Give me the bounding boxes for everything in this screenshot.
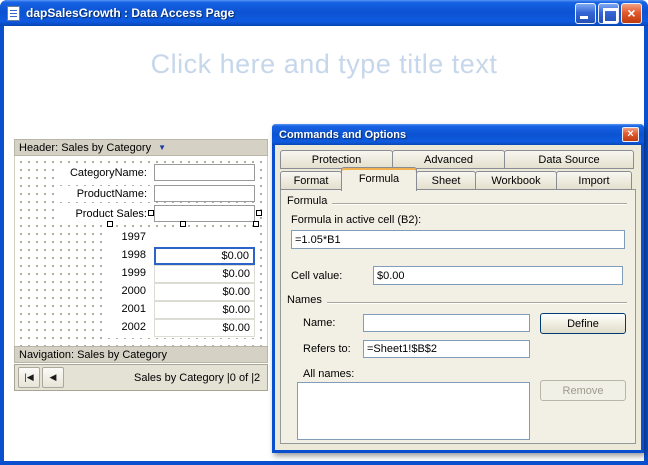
name-input[interactable]: [363, 314, 530, 332]
tab-formula[interactable]: Formula: [341, 167, 417, 191]
year-cell[interactable]: 2002: [107, 319, 152, 337]
tab-data-source[interactable]: Data Source: [504, 150, 634, 169]
names-group-header: Names: [287, 294, 627, 306]
value-cell[interactable]: [154, 229, 255, 247]
dialog-title: Commands and Options: [279, 129, 622, 141]
previous-record-icon[interactable]: ◀: [42, 367, 64, 388]
application-window: dapSalesGrowth : Data Access Page × Clic…: [0, 0, 648, 465]
window-title: dapSalesGrowth : Data Access Page: [26, 6, 575, 20]
value-cell-selected[interactable]: $0.00: [154, 247, 255, 265]
categoryname-field[interactable]: [154, 164, 255, 181]
cell-value-label: Cell value:: [291, 270, 342, 282]
remove-button[interactable]: Remove: [540, 380, 626, 401]
field-label-productname: ProductName:: [57, 186, 150, 202]
minimize-button[interactable]: [575, 3, 596, 24]
page-title-placeholder[interactable]: Click here and type title text: [0, 49, 648, 80]
active-cell-formula-label: Formula in active cell (B2):: [291, 214, 421, 226]
maximize-button[interactable]: [598, 3, 619, 24]
group-divider: [327, 302, 627, 304]
header-section-label: Header: Sales by Category: [19, 142, 151, 154]
value-cell[interactable]: $0.00: [154, 301, 255, 319]
first-record-icon[interactable]: |◀: [18, 367, 40, 388]
value-cell[interactable]: $0.00: [154, 265, 255, 283]
close-button[interactable]: ×: [621, 3, 642, 24]
productsales-field[interactable]: [154, 205, 255, 222]
tab-row-back: Protection Advanced Data Source: [280, 150, 636, 169]
value-cell[interactable]: $0.00: [154, 319, 255, 337]
productname-field[interactable]: [154, 185, 255, 202]
dialog-titlebar[interactable]: Commands and Options ×: [272, 124, 644, 145]
formula-tab-panel: Formula Formula in active cell (B2): Cel…: [280, 189, 636, 444]
window-controls: ×: [575, 3, 642, 24]
formula-group-header: Formula: [287, 195, 627, 207]
tab-workbook[interactable]: Workbook: [475, 171, 557, 190]
dialog-body: Protection Advanced Data Source Format F…: [275, 145, 641, 450]
tab-import[interactable]: Import: [556, 171, 632, 190]
year-cell[interactable]: 1999: [107, 265, 152, 283]
header-section-bar[interactable]: Header: Sales by Category ▼: [14, 139, 268, 156]
all-names-listbox[interactable]: [297, 382, 530, 440]
formula-group-label: Formula: [287, 195, 327, 207]
selection-handle[interactable]: [256, 210, 262, 216]
tab-row-front: Format Formula Sheet Workbook Import: [280, 169, 636, 190]
value-cell[interactable]: $0.00: [154, 283, 255, 301]
year-cell[interactable]: 1997: [107, 229, 152, 247]
selection-handle[interactable]: [107, 221, 113, 227]
name-label: Name:: [303, 317, 335, 329]
selection-handle[interactable]: [180, 221, 186, 227]
names-group-label: Names: [287, 294, 322, 306]
formula-input[interactable]: [291, 230, 625, 249]
group-divider: [332, 203, 627, 205]
define-button[interactable]: Define: [540, 313, 626, 334]
field-label-categoryname: CategoryName:: [57, 165, 150, 181]
commands-and-options-dialog: Commands and Options × Protection Advanc…: [272, 124, 644, 453]
record-navigation-toolbar: |◀ ◀ Sales by Category |0 of |2: [14, 364, 268, 391]
navigation-section-label: Navigation: Sales by Category: [19, 349, 167, 361]
field-label-productsales: Product Sales:: [54, 206, 150, 222]
navigation-section-bar[interactable]: Navigation: Sales by Category: [14, 346, 268, 363]
tab-format[interactable]: Format: [280, 171, 342, 190]
year-cell[interactable]: 2000: [107, 283, 152, 301]
year-cell[interactable]: 1998: [107, 247, 152, 265]
refers-to-input[interactable]: [363, 340, 530, 358]
chevron-down-icon[interactable]: ▼: [158, 143, 166, 152]
window-titlebar[interactable]: dapSalesGrowth : Data Access Page ×: [0, 0, 648, 26]
dialog-close-icon[interactable]: ×: [622, 127, 639, 142]
selection-handle[interactable]: [253, 221, 259, 227]
cell-value-input[interactable]: [373, 266, 623, 285]
data-access-page-icon: [7, 6, 20, 21]
refers-to-label: Refers to:: [303, 343, 351, 355]
year-cell[interactable]: 2001: [107, 301, 152, 319]
all-names-label: All names:: [303, 368, 354, 380]
selection-handle[interactable]: [148, 210, 154, 216]
tab-sheet[interactable]: Sheet: [416, 171, 476, 190]
record-position-text: Sales by Category |0 of |2: [134, 372, 260, 384]
